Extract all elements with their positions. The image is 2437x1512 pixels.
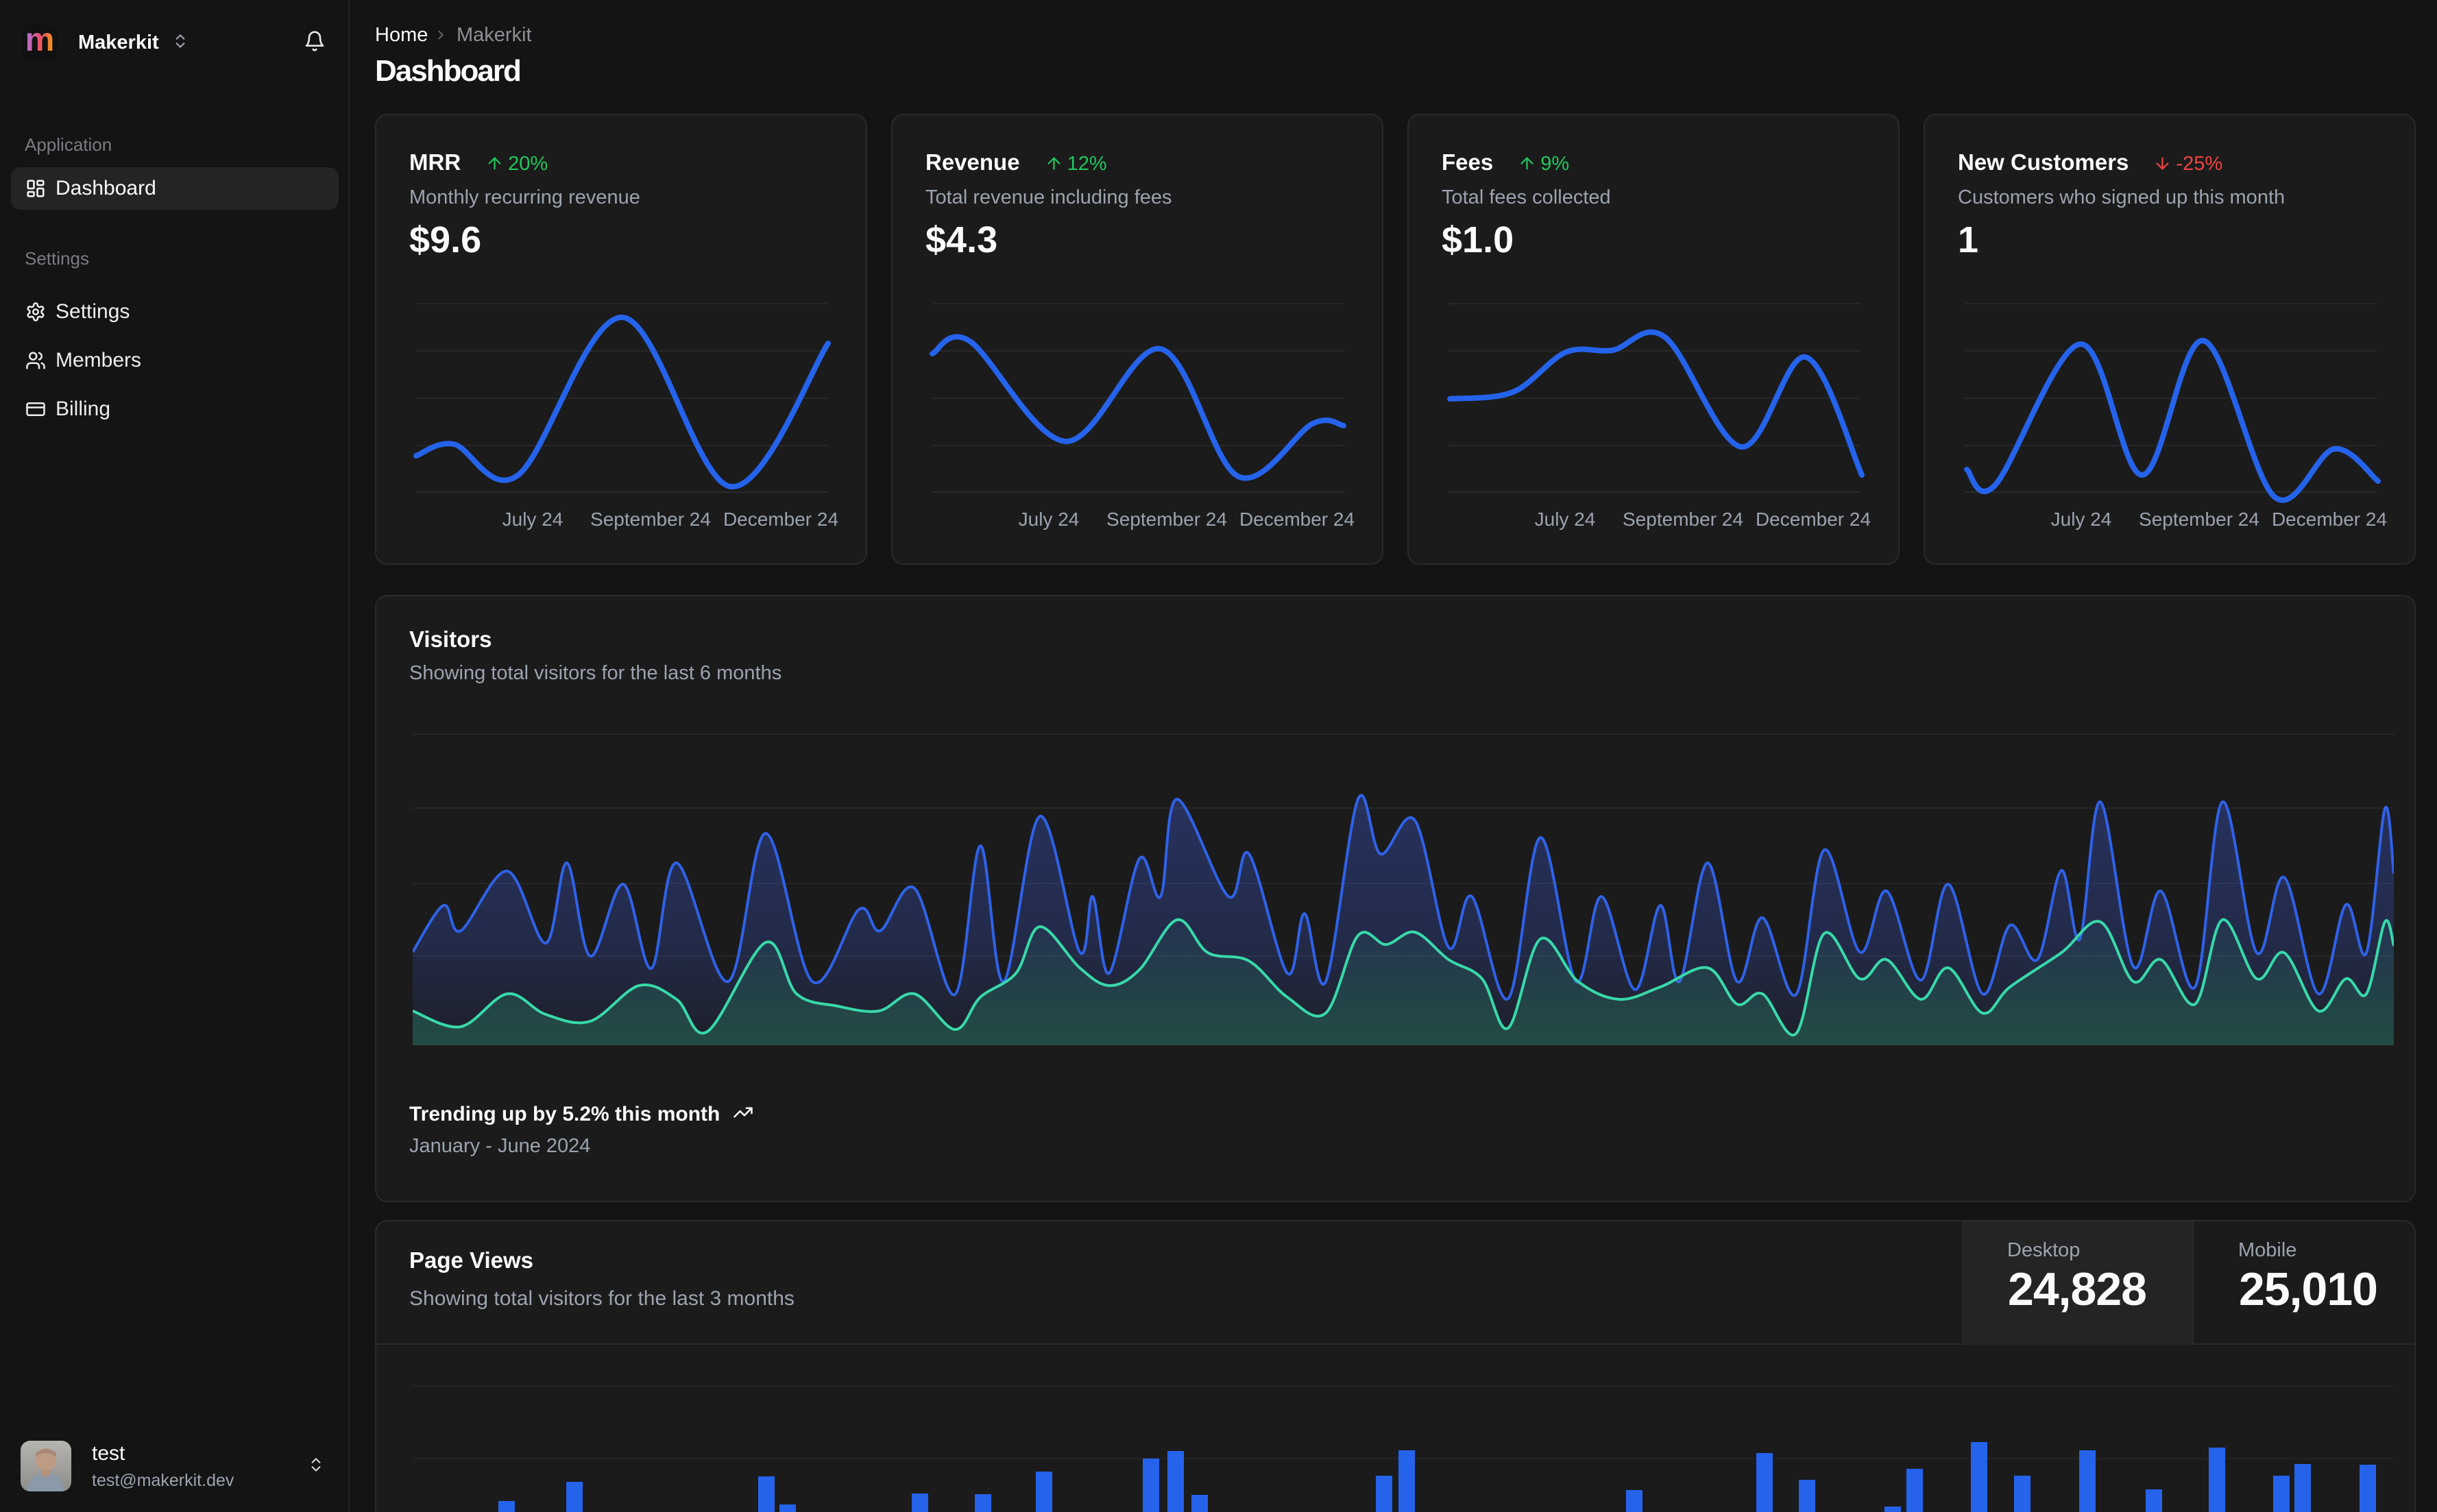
svg-text:December 24: December 24 [2272,509,2387,530]
svg-text:September 24: September 24 [1623,509,1743,530]
svg-text:December 24: December 24 [1239,509,1355,530]
svg-text:December 24: December 24 [1756,509,1871,530]
svg-text:September 24: September 24 [590,509,711,530]
svg-text:September 24: September 24 [2139,509,2259,530]
svg-text:September 24: September 24 [1106,509,1227,530]
svg-text:July 24: July 24 [502,509,563,530]
svg-text:July 24: July 24 [1535,509,1596,530]
svg-text:July 24: July 24 [2051,509,2112,530]
svg-text:July 24: July 24 [1019,509,1080,530]
svg-text:December 24: December 24 [723,509,838,530]
